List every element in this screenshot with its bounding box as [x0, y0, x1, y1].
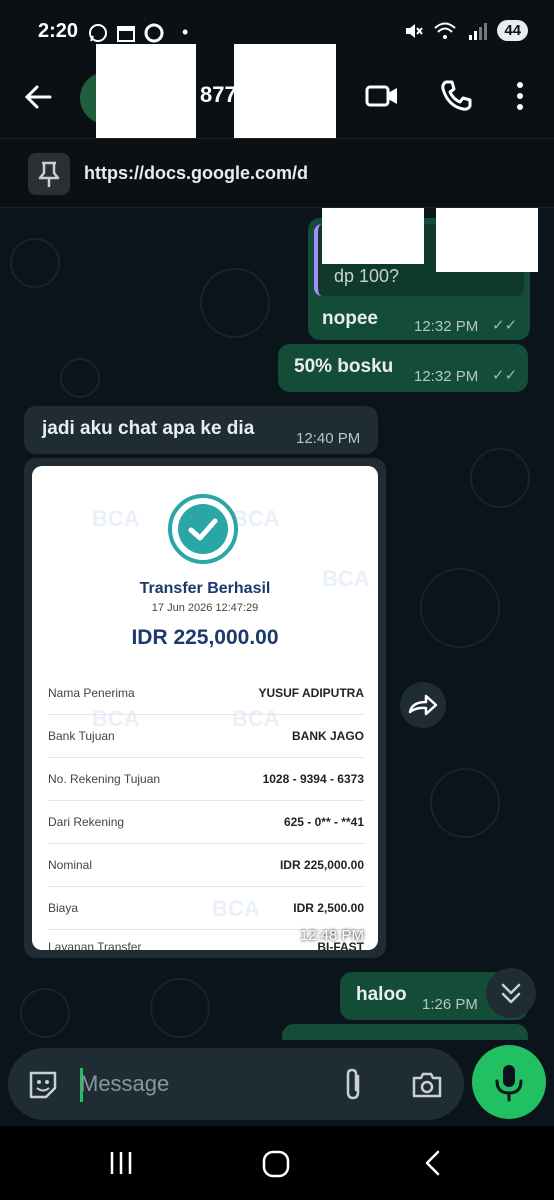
message-time: 12:32 PM — [414, 318, 479, 335]
mute-icon — [406, 23, 424, 38]
receipt-row: Nominal IDR 225,000.00 — [48, 844, 364, 887]
system-navigation-bar — [0, 1126, 554, 1200]
message-time: 12:40 PM — [296, 430, 361, 447]
voice-message-button[interactable] — [472, 1045, 546, 1119]
wallpaper-doodle — [20, 988, 70, 1038]
chat-header: 877. — [0, 44, 554, 146]
status-dot: • — [182, 22, 189, 42]
receipt-row-label: Nama Penerima — [48, 686, 135, 700]
message-bubble-incoming[interactable]: jadi aku chat apa ke dia 12:40 PM — [24, 406, 378, 454]
wallpaper-doodle — [200, 268, 270, 338]
status-notification-icons: • — [88, 22, 188, 43]
message-input-pill[interactable] — [8, 1048, 464, 1120]
phone-icon[interactable] — [438, 78, 474, 114]
attachment-icon[interactable] — [338, 1066, 370, 1104]
receipt-row-label: No. Rekening Tujuan — [48, 772, 161, 786]
wallpaper-doodle — [10, 238, 60, 288]
transfer-receipt-image[interactable]: BCA BCA BCA BCA BCA BCA Transfer Berhasi… — [32, 466, 378, 950]
wifi-icon — [434, 22, 456, 39]
microphone-icon — [495, 1065, 523, 1102]
pinned-message-bar[interactable]: https://docs.google.com/d — [0, 138, 554, 208]
receipt-row-value: BANK JAGO — [291, 729, 364, 743]
receipt-row-value: IDR 2,500.00 — [293, 901, 364, 915]
message-text: jadi aku chat apa ke dia — [42, 418, 255, 439]
wallpaper-doodle — [150, 978, 210, 1038]
receipt-row-value: 625 - 0** - **41 — [283, 815, 364, 829]
more-options-icon[interactable] — [502, 78, 538, 114]
video-call-icon[interactable] — [364, 78, 400, 114]
pinned-message-text: https://docs.google.com/d — [84, 163, 308, 183]
receipt-row: Bank Tujuan BANK JAGO — [48, 715, 364, 758]
receipt-row: Dari Rekening 625 - 0** - **41 — [48, 801, 364, 844]
circle-icon — [144, 23, 164, 42]
contact-name-partial: 877 — [200, 82, 237, 107]
wallpaper-doodle — [60, 358, 100, 398]
scroll-to-bottom-button[interactable] — [486, 968, 536, 1018]
quoted-message-text: dp 100? — [334, 266, 400, 286]
whatsapp-icon — [89, 23, 107, 42]
bca-watermark: BCA — [92, 506, 140, 531]
redacted-block — [234, 44, 336, 144]
success-check-icon — [168, 494, 238, 564]
signal-icon — [469, 22, 488, 40]
receipt-row-label: Biaya — [48, 901, 79, 915]
message-time: 1:26 PM — [422, 996, 478, 1013]
forward-button[interactable] — [400, 682, 446, 728]
receipt-amount: IDR 225,000.00 — [131, 626, 279, 649]
chat-area[interactable]: dp 100? nopee 12:32 PM ✓✓ 50% bosku 12:3… — [0, 208, 554, 1048]
receipt-row-label: Dari Rekening — [48, 815, 125, 829]
wallpaper-doodle — [420, 568, 500, 648]
receipt-row: Nama Penerima YUSUF ADIPUTRA — [48, 672, 364, 715]
message-input[interactable] — [80, 1062, 340, 1106]
message-composer — [0, 1040, 554, 1126]
battery-indicator: 44 — [497, 20, 528, 41]
calendar-icon — [117, 25, 135, 42]
message-time: 12:48 PM — [299, 927, 364, 944]
redacted-block — [436, 208, 538, 272]
receipt-row-value: IDR 225,000.00 — [279, 858, 364, 872]
double-chevron-down-icon — [501, 983, 521, 1004]
wallpaper-doodle — [430, 768, 500, 838]
message-text: 50% bosku — [294, 356, 394, 377]
pin-icon — [28, 153, 70, 195]
receipt-row: No. Rekening Tujuan 1028 - 9394 - 6373 — [48, 758, 364, 801]
receipt-row: Biaya IDR 2,500.00 — [48, 887, 364, 930]
message-text: nopee — [322, 308, 378, 329]
back-arrow-icon[interactable] — [22, 80, 56, 114]
image-message-bubble[interactable]: BCA BCA BCA BCA BCA BCA Transfer Berhasi… — [24, 458, 386, 958]
sticker-icon[interactable] — [26, 1068, 60, 1102]
message-text: haloo — [356, 984, 407, 1005]
receipt-row-value: YUSUF ADIPUTRA — [258, 686, 364, 700]
receipt-row-label: Layanan Transfer — [48, 940, 142, 950]
message-bubble-outgoing[interactable]: 50% bosku 12:32 PM ✓✓ — [278, 344, 528, 392]
receipt-row-label: Bank Tujuan — [48, 729, 115, 743]
receipt-date: 17 Jun 2026 12:47:29 — [151, 602, 259, 614]
receipt-row-value: 1028 - 9394 - 6373 — [262, 772, 364, 786]
message-time: 12:32 PM — [414, 368, 479, 385]
home-icon[interactable] — [260, 1148, 292, 1180]
recent-apps-icon[interactable] — [106, 1148, 136, 1178]
camera-icon[interactable] — [410, 1068, 444, 1102]
status-system-icons: 44 — [403, 20, 528, 41]
read-receipt-icon: ✓✓ — [492, 317, 518, 334]
redacted-block — [96, 44, 196, 146]
receipt-row-label: Nominal — [48, 858, 93, 872]
status-time: 2:20 — [38, 20, 79, 42]
read-receipt-icon: ✓✓ — [492, 367, 518, 384]
bca-watermark: BCA — [232, 506, 280, 531]
wallpaper-doodle — [470, 448, 530, 508]
forward-icon — [408, 694, 438, 716]
receipt-title: Transfer Berhasil — [139, 580, 271, 597]
redacted-block — [322, 208, 424, 264]
nav-back-icon[interactable] — [418, 1148, 448, 1178]
